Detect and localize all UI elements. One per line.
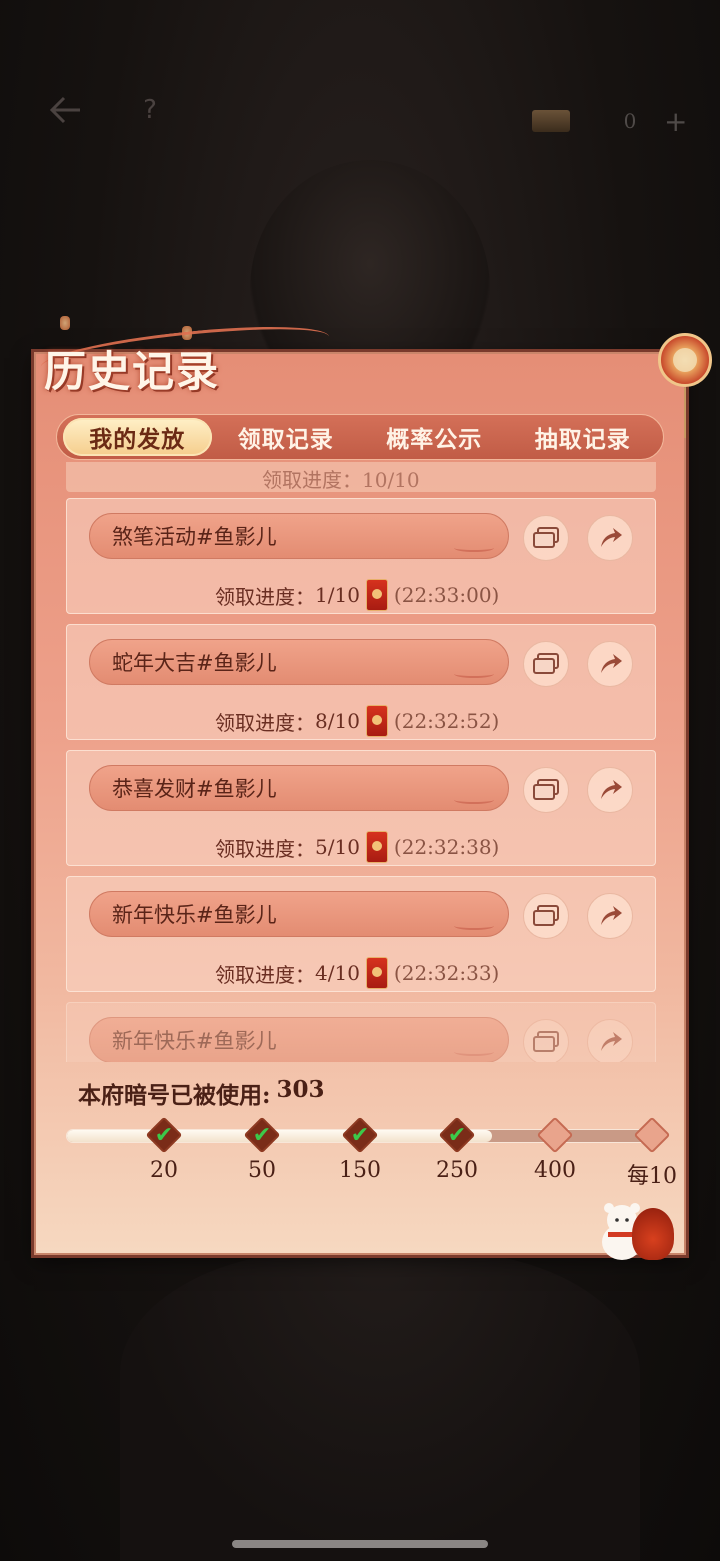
progress-value: 1/10: [315, 583, 360, 607]
record-name: 恭喜发财#鱼影儿: [89, 765, 509, 811]
copy-button[interactable]: [523, 515, 569, 561]
copy-icon: [533, 527, 559, 548]
lantern-decoration: [60, 316, 70, 330]
share-arrow-icon: [601, 654, 622, 673]
milestone-reward[interactable]: ✔: [341, 1116, 379, 1154]
list-item: 煞笔活动#鱼影儿 领取进度： 1/10 (22:33:00): [66, 498, 656, 614]
record-time: (22:32:33): [393, 961, 500, 985]
list-item: 蛇年大吉#鱼影儿 领取进度： 8/10 (22:32:52): [66, 624, 656, 740]
share-button[interactable]: [587, 515, 633, 561]
milestone-label: 250: [436, 1158, 478, 1183]
copy-icon: [533, 653, 559, 674]
checkmark-icon: ✔: [350, 1122, 370, 1148]
progress-label: 领取进度：: [215, 710, 315, 735]
milestone-label: 20: [150, 1158, 178, 1183]
progress-value: 4/10: [315, 961, 360, 985]
back-button[interactable]: [40, 84, 92, 136]
lucky-bag-icon[interactable]: [632, 1208, 674, 1260]
help-label: ?: [143, 95, 157, 125]
record-name: 新年快乐#鱼影儿: [89, 1017, 509, 1062]
list-item: 新年快乐#鱼影儿 领取进度： 4/10 (22:32:33): [66, 876, 656, 992]
copy-button[interactable]: [523, 893, 569, 939]
red-packet-icon: [365, 579, 388, 611]
background-robe: [120, 1250, 640, 1560]
tab-probability[interactable]: 概率公示: [360, 418, 509, 456]
record-progress: 领取进度： 8/10 (22:32:52): [215, 705, 499, 737]
progress-value: 5/10: [315, 835, 360, 859]
help-button[interactable]: ?: [124, 84, 176, 136]
seal-ornament-icon: [658, 333, 712, 387]
milestone-label: 150: [339, 1158, 381, 1183]
usage-value: 303: [276, 1076, 325, 1103]
checkmark-icon: ✔: [252, 1122, 272, 1148]
progress-label: 领取进度：: [215, 836, 315, 861]
red-packet-icon: [365, 831, 388, 863]
list-item: 恭喜发财#鱼影儿 领取进度： 5/10 (22:32:38): [66, 750, 656, 866]
record-list[interactable]: 领取进度：10/10 煞笔活动#鱼影儿 领取进度： 1/10 (22:33:00…: [66, 462, 656, 1062]
milestone-label: 400: [534, 1158, 576, 1183]
record-time: (22:33:00): [393, 583, 500, 607]
tab-my-issued[interactable]: 我的发放: [63, 418, 212, 456]
copy-icon: [533, 779, 559, 800]
usage-summary: 本府暗号已被使用: 303: [78, 1076, 325, 1110]
share-arrow-icon: [601, 780, 622, 799]
home-indicator: [232, 1540, 488, 1548]
share-arrow-icon: [601, 906, 622, 925]
copy-button[interactable]: [523, 767, 569, 813]
milestone-reward[interactable]: ✔: [243, 1116, 281, 1154]
list-item: 新年快乐#鱼影儿: [66, 1002, 656, 1062]
share-button[interactable]: [587, 893, 633, 939]
share-arrow-icon: [601, 1032, 622, 1051]
currency-display: 0 +: [532, 98, 702, 144]
progress-label: 领取进度：: [215, 584, 315, 609]
record-time: (22:32:52): [393, 709, 500, 733]
checkmark-icon: ✔: [154, 1122, 174, 1148]
share-button[interactable]: [587, 641, 633, 687]
red-packet-icon: [365, 957, 388, 989]
milestone-reward[interactable]: ✔: [145, 1116, 183, 1154]
copy-icon: [533, 905, 559, 926]
milestone-diamond-icon: [633, 1116, 671, 1154]
checkmark-icon: ✔: [447, 1122, 467, 1148]
milestone-reward[interactable]: ✔: [438, 1116, 476, 1154]
tab-draw-records[interactable]: 抽取记录: [509, 418, 658, 456]
milestone-label: 每10: [627, 1164, 677, 1189]
record-name: 煞笔活动#鱼影儿: [89, 513, 509, 559]
list-item: 领取进度：10/10: [66, 462, 656, 492]
record-name: 新年快乐#鱼影儿: [89, 891, 509, 937]
currency-value: 0: [623, 109, 637, 133]
tab-bar: 我的发放 领取记录 概率公示 抽取记录: [56, 414, 664, 460]
add-currency-button[interactable]: +: [664, 105, 687, 138]
record-progress: 领取进度： 5/10 (22:32:38): [215, 831, 499, 863]
copy-icon: [533, 1031, 559, 1052]
progress-value: 8/10: [315, 709, 360, 733]
seal-string-decoration: [684, 388, 686, 438]
panel-title: 历史记录: [44, 347, 221, 396]
usage-progress-fill: [67, 1130, 492, 1142]
record-name: 蛇年大吉#鱼影儿: [89, 639, 509, 685]
scroll-currency-icon: [532, 110, 570, 132]
copy-button[interactable]: [523, 1019, 569, 1062]
red-packet-icon: [365, 705, 388, 737]
share-button[interactable]: [587, 1019, 633, 1062]
share-button[interactable]: [587, 767, 633, 813]
record-progress: 领取进度：10/10: [262, 468, 420, 492]
back-arrow-icon: [50, 96, 80, 124]
copy-button[interactable]: [523, 641, 569, 687]
tab-claim-records[interactable]: 领取记录: [212, 418, 361, 456]
record-progress: 领取进度： 1/10 (22:33:00): [215, 579, 499, 611]
record-progress: 领取进度： 4/10 (22:32:33): [215, 957, 499, 989]
milestone-label: 50: [248, 1158, 276, 1183]
milestone-diamond-icon: [536, 1116, 574, 1154]
milestone-reward[interactable]: [633, 1116, 671, 1154]
milestone-reward[interactable]: [536, 1116, 574, 1154]
progress-label: 领取进度：: [215, 962, 315, 987]
share-arrow-icon: [601, 528, 622, 547]
record-time: (22:32:38): [393, 835, 500, 859]
usage-label: 本府暗号已被使用:: [78, 1082, 271, 1109]
